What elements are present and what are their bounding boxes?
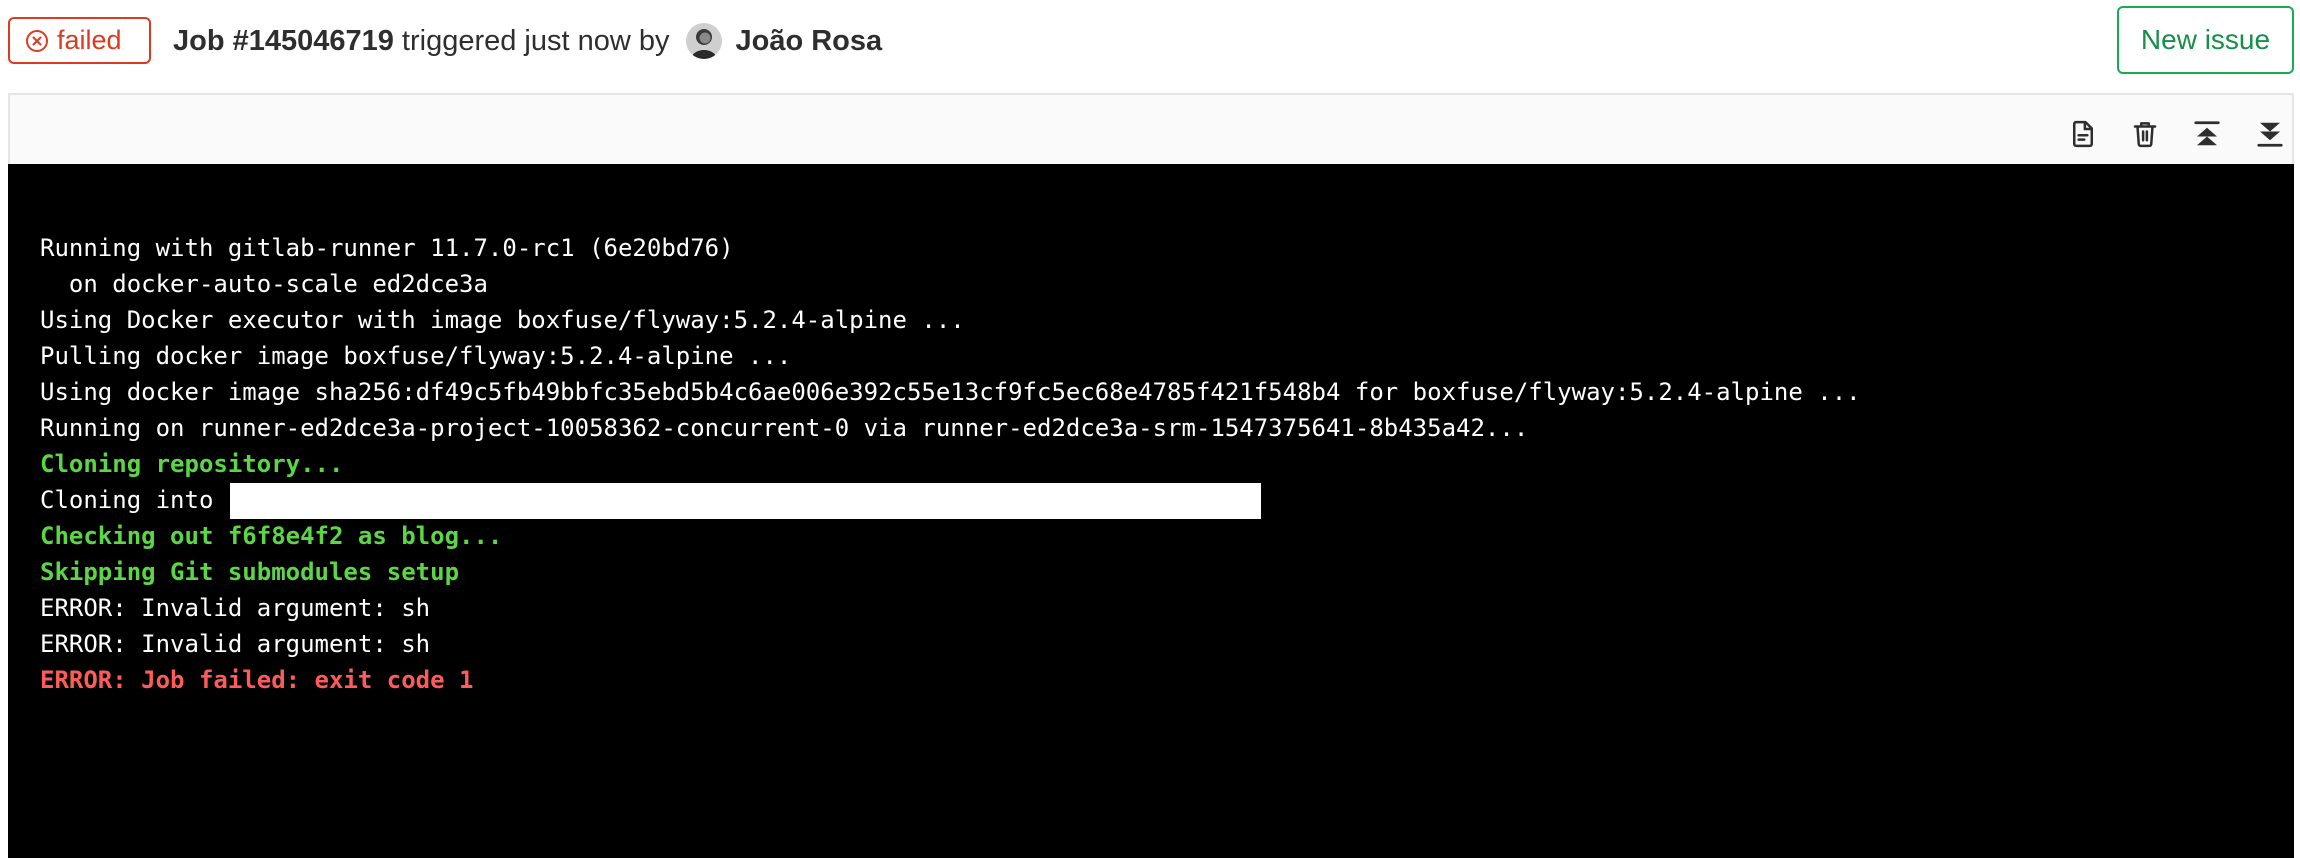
- log-line: on docker-auto-scale ed2dce3a: [40, 270, 488, 298]
- log-line: Using Docker executor with image boxfuse…: [40, 306, 965, 334]
- log-toolbar: [8, 93, 2294, 164]
- status-badge[interactable]: failed: [8, 17, 151, 64]
- log-line-section: Cloning repository...: [40, 450, 344, 478]
- job-title: Job #145046719 triggered just now by Joã…: [173, 20, 882, 62]
- scroll-top-icon: [2194, 121, 2220, 146]
- status-label: failed: [57, 25, 122, 55]
- raw-log-button[interactable]: [2066, 117, 2100, 151]
- scroll-top-button[interactable]: [2190, 117, 2224, 151]
- log-line: Running on runner-ed2dce3a-project-10058…: [40, 414, 1529, 442]
- job-log-panel: Running with gitlab-runner 11.7.0-rc1 (6…: [8, 93, 2294, 858]
- log-line: Pulling docker image boxfuse/flyway:5.2.…: [40, 342, 792, 370]
- job-header: failed Job #145046719 triggered just now…: [0, 0, 2300, 82]
- erase-log-button[interactable]: [2128, 117, 2162, 151]
- scroll-bottom-button[interactable]: [2253, 117, 2287, 151]
- new-issue-button[interactable]: New issue: [2117, 6, 2294, 74]
- redacted-path: [229, 483, 1261, 519]
- log-line: Running with gitlab-runner 11.7.0-rc1 (6…: [40, 234, 734, 262]
- log-line-section: Checking out f6f8e4f2 as blog...: [40, 522, 503, 550]
- log-line-cloning: Cloning into: [40, 482, 2294, 519]
- log-line-text: Cloning into: [40, 486, 214, 514]
- user-name-link[interactable]: João Rosa: [736, 25, 883, 58]
- triggered-text: triggered just now by: [401, 24, 670, 57]
- raw-log-icon: [2073, 120, 2093, 148]
- job-id: Job #145046719: [173, 24, 394, 57]
- log-line-error: ERROR: Invalid argument: sh: [40, 594, 431, 622]
- failed-status-icon: [25, 29, 49, 53]
- erase-log-icon: [2133, 122, 2157, 148]
- avatar[interactable]: [685, 23, 722, 59]
- log-line: Using docker image sha256:df49c5fb49bbfc…: [40, 378, 1861, 406]
- log-line-section: Skipping Git submodules setup: [40, 558, 460, 586]
- log-line-error: ERROR: Invalid argument: sh: [40, 630, 431, 658]
- log-output: Running with gitlab-runner 11.7.0-rc1 (6…: [8, 164, 2294, 858]
- scroll-bottom-icon: [2257, 122, 2283, 147]
- log-line-job-failed: ERROR: Job failed: exit code 1: [40, 666, 474, 694]
